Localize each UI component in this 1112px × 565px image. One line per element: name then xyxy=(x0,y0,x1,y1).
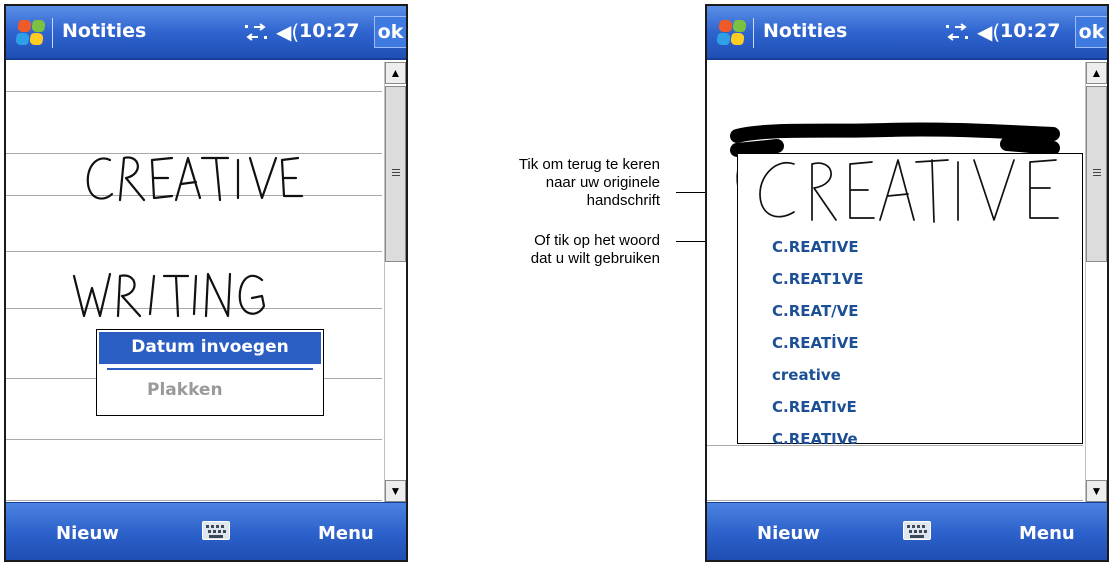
scroll-down-arrow-icon[interactable]: ▼ xyxy=(1086,480,1107,502)
connectivity-icon[interactable] xyxy=(244,23,268,43)
ok-button[interactable]: ok xyxy=(1075,16,1107,48)
scroll-down-arrow-icon[interactable]: ▼ xyxy=(385,480,406,502)
menu-softkey[interactable]: Menu xyxy=(318,523,374,544)
alternative-word[interactable]: C.REAT1VE xyxy=(772,266,863,298)
speaker-icon[interactable]: ◀︎( xyxy=(977,20,1000,44)
menu-item-paste: Plakken xyxy=(147,380,223,400)
ruled-line xyxy=(6,308,382,309)
note-canvas[interactable]: Datum invoegen Plakken xyxy=(6,62,382,502)
keyboard-icon[interactable] xyxy=(202,521,230,540)
navigation-bar: Notities ◀︎( 10:27 ok xyxy=(6,6,406,60)
alternative-word[interactable]: C.REATIvE xyxy=(772,394,863,426)
callout-original-handwriting: Tik om terug te keren naar uw originele … xyxy=(518,156,660,209)
alternative-word[interactable]: creative xyxy=(772,362,863,394)
handwriting-creative-writing xyxy=(72,156,304,318)
alternative-word[interactable]: C.REATİVE xyxy=(772,330,863,362)
softkey-bar: Nieuw Menu xyxy=(707,502,1107,560)
ruled-line xyxy=(6,439,382,440)
note-canvas[interactable]: C.REATIVE C.REAT1VE C.REAT/VE C.REATİVE … xyxy=(707,62,1083,502)
alternates-popup: C.REATIVE C.REAT1VE C.REAT/VE C.REATİVE … xyxy=(737,153,1083,448)
scroll-up-arrow-icon[interactable]: ▲ xyxy=(1086,62,1107,84)
new-softkey[interactable]: Nieuw xyxy=(56,523,119,544)
keyboard-icon[interactable] xyxy=(903,521,931,540)
clock[interactable]: 10:27 xyxy=(299,20,359,42)
menu-separator xyxy=(107,368,313,370)
start-menu-icon[interactable] xyxy=(715,18,748,48)
ruled-line xyxy=(6,91,382,92)
alternative-word[interactable]: C.REAT/VE xyxy=(772,298,863,330)
callout-choose-word: Of tik op het woord dat u wilt gebruiken xyxy=(530,232,660,267)
alternative-word[interactable]: C.REATIVe xyxy=(772,426,863,458)
app-title: Notities xyxy=(763,20,848,42)
ok-button[interactable]: ok xyxy=(374,16,406,48)
ruled-line xyxy=(6,500,382,501)
vertical-scrollbar[interactable]: ▲ ▼ xyxy=(384,62,406,502)
start-menu-icon[interactable] xyxy=(14,18,47,48)
vertical-scrollbar[interactable]: ▲ ▼ xyxy=(1085,62,1107,502)
alternatives-list: C.REATIVE C.REAT1VE C.REAT/VE C.REATİVE … xyxy=(772,234,863,458)
alternative-word[interactable]: C.REATIVE xyxy=(772,234,863,266)
ruled-line xyxy=(6,153,382,154)
scroll-up-arrow-icon[interactable]: ▲ xyxy=(385,62,406,84)
speaker-icon[interactable]: ◀︎( xyxy=(276,20,299,44)
app-title: Notities xyxy=(62,20,147,42)
scroll-thumb[interactable] xyxy=(385,86,406,262)
title-separator xyxy=(52,18,53,48)
title-separator xyxy=(753,18,754,48)
new-softkey[interactable]: Nieuw xyxy=(757,523,820,544)
menu-item-insert-date[interactable]: Datum invoegen xyxy=(99,332,321,364)
original-handwriting[interactable] xyxy=(738,154,1082,232)
right-device-screen: Notities ◀︎( 10:27 ok C.REATIVE C.REAT1V… xyxy=(705,4,1109,562)
navigation-bar: Notities ◀︎( 10:27 ok xyxy=(707,6,1107,60)
softkey-bar: Nieuw Menu xyxy=(6,502,406,560)
menu-softkey[interactable]: Menu xyxy=(1019,523,1075,544)
ruled-line xyxy=(6,195,382,196)
context-menu: Datum invoegen Plakken xyxy=(96,329,324,416)
scroll-thumb[interactable] xyxy=(1086,86,1107,262)
ruled-line xyxy=(6,251,382,252)
connectivity-icon[interactable] xyxy=(945,23,969,43)
clock[interactable]: 10:27 xyxy=(1000,20,1060,42)
left-device-screen: Notities ◀︎( 10:27 ok Datum invoegen Pla… xyxy=(4,4,408,562)
